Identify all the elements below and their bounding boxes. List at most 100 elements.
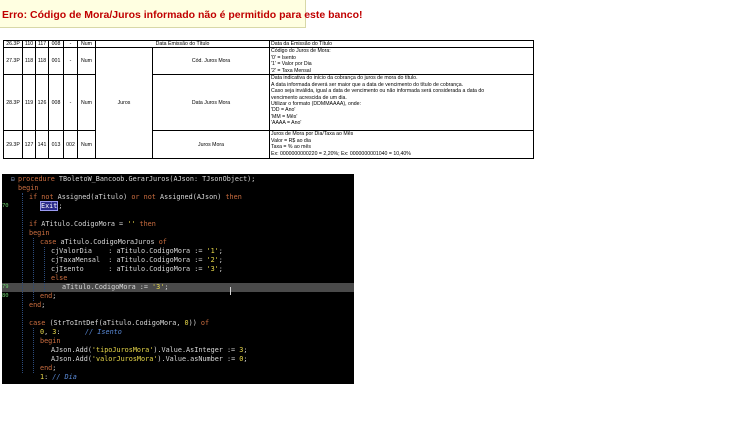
code-token: 'tipoJurosMora' (91, 346, 154, 354)
code-text: end; (29, 301, 45, 310)
code-token: Assigned(AJson) (159, 193, 226, 201)
cell-seq: 28.3P (3, 74, 23, 132)
code-text: begin (29, 229, 49, 238)
cell-start: 127 (22, 130, 36, 160)
code-token: ).Value.AsInteger := (153, 346, 240, 354)
code-text: 1: // Dia (40, 373, 77, 382)
code-token: cjTaxaMensal : aTitulo.CodigoMora := (51, 256, 207, 264)
code-line[interactable] (2, 211, 354, 220)
cell-description: Data indicativa do início da cobrança do… (269, 74, 535, 132)
code-line[interactable]: 1: // Dia (2, 373, 354, 382)
code-token: // Isento (85, 328, 122, 336)
code-token: case (29, 319, 50, 327)
code-token: (StrToIntDef(aTitulo.CodigoMora, (49, 319, 185, 327)
code-line[interactable]: 70 Exit; (2, 201, 354, 211)
code-editor[interactable]: procedure TBoletoW_Bancoob.GerarJuros(AJ… (2, 174, 354, 384)
code-text: if not Assigned(aTitulo) or not Assigned… (29, 193, 242, 202)
code-line[interactable]: cjValorDia : aTitulo.CodigoMora := '1'; (2, 247, 354, 256)
cell-type: Num (77, 47, 96, 76)
code-token: '3' (206, 265, 219, 273)
spec-table: 26.3P 110 117 008- Num Data Emissão do Título… (3, 39, 535, 160)
selected-token: Exit (40, 201, 59, 211)
table-row: 29.3P 127 141 013 002 Num Juros Mora Juros de M… (3, 130, 535, 160)
code-text: else (51, 274, 67, 283)
code-line[interactable]: 80 end; (2, 292, 354, 301)
error-tooltip: Erro: Código de Mora/Juros informado não… (0, 0, 363, 28)
code-line-current[interactable]: 79 aTitulo.CodigoMora := '3'; (2, 283, 354, 292)
indent-guide (33, 328, 34, 373)
code-token: ATitulo.CodigoMora = (41, 220, 128, 228)
code-token: // Dia (52, 373, 77, 381)
code-token: then (225, 193, 242, 201)
code-token: Assigned(aTitulo) (57, 193, 132, 201)
code-token: or not (131, 193, 160, 201)
text-caret (230, 287, 231, 295)
cell-type: Num (77, 130, 96, 160)
code-text: begin (18, 184, 38, 193)
code-token: AJson.Add( (51, 355, 92, 363)
cell-field: Juros Mora (151, 130, 271, 160)
code-token: else (51, 274, 68, 282)
code-line[interactable]: begin (2, 229, 354, 238)
code-line[interactable]: AJson.Add('tipoJurosMora').Value.AsInteg… (2, 346, 354, 355)
code-token: end (29, 301, 42, 309)
description-line: Ex: 0000000000220 = 2,20%; Ex: 000000000… (271, 150, 411, 157)
code-line[interactable]: end; (2, 301, 354, 310)
code-token: AJson.Add( (51, 346, 92, 354)
code-token: procedure (18, 175, 59, 183)
code-line[interactable]: AJson.Add('valorJurosMora').Value.asNumb… (2, 355, 354, 364)
description-line: 'AAAA = Ano' (271, 120, 302, 127)
code-token: end (40, 292, 53, 300)
cell-end: 117 (35, 39, 49, 49)
code-line[interactable]: else (2, 274, 354, 283)
code-line[interactable]: 0, 3: // Isento (2, 328, 354, 337)
cell-field: Data Emissão do Título (94, 39, 271, 49)
cell-decimals: - (63, 74, 78, 132)
code-text: begin (40, 337, 60, 346)
code-token: cjIsento : aTitulo.CodigoMora := (51, 265, 207, 273)
cell-digits: 008 (48, 39, 64, 49)
code-text: aTitulo.CodigoMora := '3'; (62, 283, 168, 292)
code-token: if (29, 220, 42, 228)
code-token: then (139, 220, 156, 228)
code-line[interactable]: begin (2, 184, 354, 193)
cell-type: Num (77, 39, 96, 49)
code-text: cjTaxaMensal : aTitulo.CodigoMora := '2'… (51, 256, 223, 265)
code-token: begin (40, 337, 61, 345)
code-line[interactable]: end; (2, 364, 354, 373)
table-row: 27.3P 118 118 001- Num Juros Cód. Juros Mora Có… (3, 47, 535, 160)
code-token: of (158, 238, 167, 246)
code-text: AJson.Add('valorJurosMora').Value.asNumb… (51, 355, 247, 364)
cell-end: 141 (35, 130, 49, 160)
code-token: TBoletoW_Bancoob.GerarJuros(AJson: TJson… (58, 175, 256, 183)
code-line[interactable]: begin (2, 337, 354, 346)
code-text: Exit; (40, 201, 62, 211)
cell-start: 118 (22, 47, 36, 76)
code-token: 'valorJurosMora' (91, 355, 158, 363)
code-token: '3' (152, 283, 165, 291)
code-line[interactable]: procedure TBoletoW_Bancoob.GerarJuros(AJ… (2, 175, 354, 184)
cell-seq: 27.3P (3, 47, 23, 76)
code-line[interactable] (2, 310, 354, 319)
fold-toggle-icon[interactable]: ⊟ (11, 175, 15, 184)
code-token: ; (218, 265, 223, 273)
code-line[interactable]: case (StrToIntDef(aTitulo.CodigoMora, 0)… (2, 319, 354, 328)
line-number: 80 (2, 293, 9, 299)
code-token: '2' (206, 256, 219, 264)
code-line[interactable]: cjTaxaMensal : aTitulo.CodigoMora := '2'… (2, 256, 354, 265)
indent-guide (22, 193, 23, 373)
table-row: 26.3P 110 117 008- Num Data Emissão do Título… (3, 39, 535, 49)
code-text: case aTitulo.CodigoMoraJuros of (40, 238, 167, 247)
code-token: cjValorDia : aTitulo.CodigoMora := (51, 247, 207, 255)
code-text: if ATitulo.CodigoMora = '' then (29, 220, 156, 229)
code-line[interactable]: if ATitulo.CodigoMora = '' then (2, 220, 354, 229)
table-row: 28.3P 119 126 008- Num Data Juros Mora Data in… (3, 74, 535, 132)
cell-decimals: - (63, 39, 78, 49)
code-token: )) (188, 319, 201, 327)
cell-seq: 29.3P (3, 130, 23, 160)
code-line[interactable]: cjIsento : aTitulo.CodigoMora := '3'; (2, 265, 354, 274)
indent-guide (33, 238, 34, 301)
code-line[interactable]: case aTitulo.CodigoMoraJuros of (2, 238, 354, 247)
cell-end: 126 (35, 74, 49, 132)
code-text: end; (40, 292, 56, 301)
